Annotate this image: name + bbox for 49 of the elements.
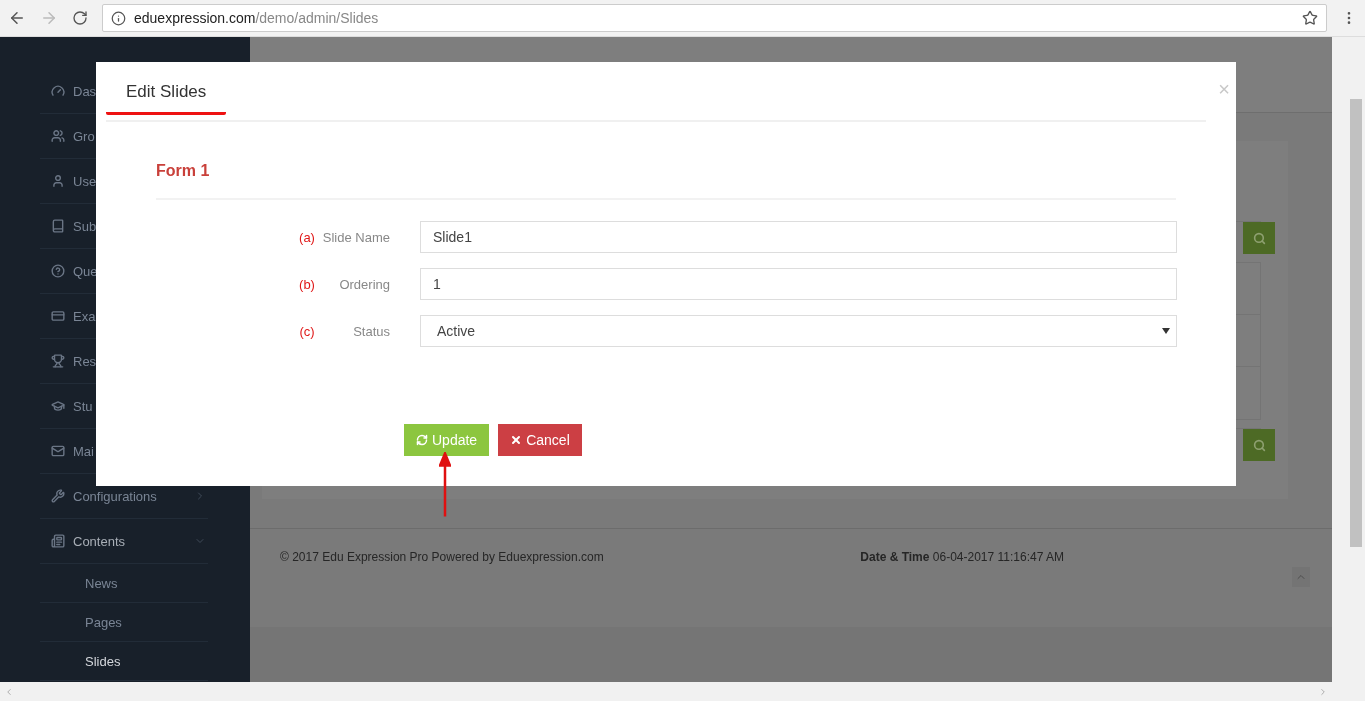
input-field[interactable]: 1 bbox=[420, 268, 1177, 300]
star-icon[interactable] bbox=[1302, 10, 1318, 26]
scroll-right-icon[interactable] bbox=[1318, 686, 1328, 697]
section-title: Form 1 bbox=[156, 162, 210, 179]
sidebar-item[interactable]: Contents bbox=[40, 519, 208, 564]
wrench-icon bbox=[51, 489, 65, 503]
back-icon[interactable] bbox=[8, 9, 26, 27]
search-icon bbox=[1252, 438, 1266, 452]
annotation-marker: (b) bbox=[298, 276, 316, 292]
field-label: Ordering bbox=[338, 276, 391, 292]
gauge-icon bbox=[51, 84, 65, 98]
users-icon bbox=[51, 129, 65, 143]
sidebar-subitem[interactable]: Slides bbox=[40, 642, 208, 681]
sidebar-subitem[interactable]: Pages bbox=[40, 603, 208, 642]
status-select[interactable]: Active bbox=[420, 315, 1177, 347]
caret-icon bbox=[1162, 328, 1170, 334]
graduation-cap-icon bbox=[51, 399, 65, 413]
input-field[interactable]: Slide1 bbox=[420, 221, 1177, 253]
annotation-arrow bbox=[439, 452, 451, 518]
annotation-marker: (c) bbox=[298, 323, 316, 339]
question-icon bbox=[51, 264, 65, 278]
horizontal-scrollbar[interactable] bbox=[0, 682, 1332, 701]
annotation-marker: (a) bbox=[298, 229, 316, 245]
field-label: Slide Name bbox=[321, 229, 391, 245]
mail-icon bbox=[51, 444, 65, 458]
user-icon bbox=[51, 174, 65, 188]
scroll-left-icon[interactable] bbox=[4, 686, 14, 697]
scroll-top-button[interactable] bbox=[1292, 567, 1310, 587]
address-bar[interactable]: eduexpression.com/demo/admin/Slides bbox=[102, 4, 1327, 32]
close-icon bbox=[510, 434, 523, 446]
search-button[interactable] bbox=[1243, 222, 1275, 254]
field-label: Status bbox=[352, 323, 391, 339]
card-icon bbox=[51, 309, 65, 323]
sidebar-subitem[interactable]: News bbox=[40, 564, 208, 603]
vertical-scrollbar[interactable] bbox=[1332, 37, 1365, 701]
forward-icon[interactable] bbox=[40, 9, 58, 27]
url-text: eduexpression.com/demo/admin/Slides bbox=[134, 10, 379, 26]
trophy-icon bbox=[51, 354, 65, 368]
dialog-tab[interactable]: Edit Slides bbox=[106, 82, 227, 115]
date-time-text: Date & Time 06-04-2017 11:16:47 AM bbox=[860, 550, 1064, 564]
book-icon bbox=[51, 219, 65, 233]
refresh-icon bbox=[416, 434, 428, 446]
search-icon bbox=[1252, 231, 1266, 245]
reload-icon[interactable] bbox=[72, 10, 88, 26]
search-button[interactable] bbox=[1243, 429, 1275, 461]
newspaper-icon bbox=[51, 534, 65, 548]
info-icon bbox=[111, 10, 126, 26]
cancel-button[interactable]: Cancel bbox=[498, 424, 582, 456]
copyright-text: © 2017 Edu Expression Pro Powered by Eduexpression.com bbox=[280, 550, 604, 564]
